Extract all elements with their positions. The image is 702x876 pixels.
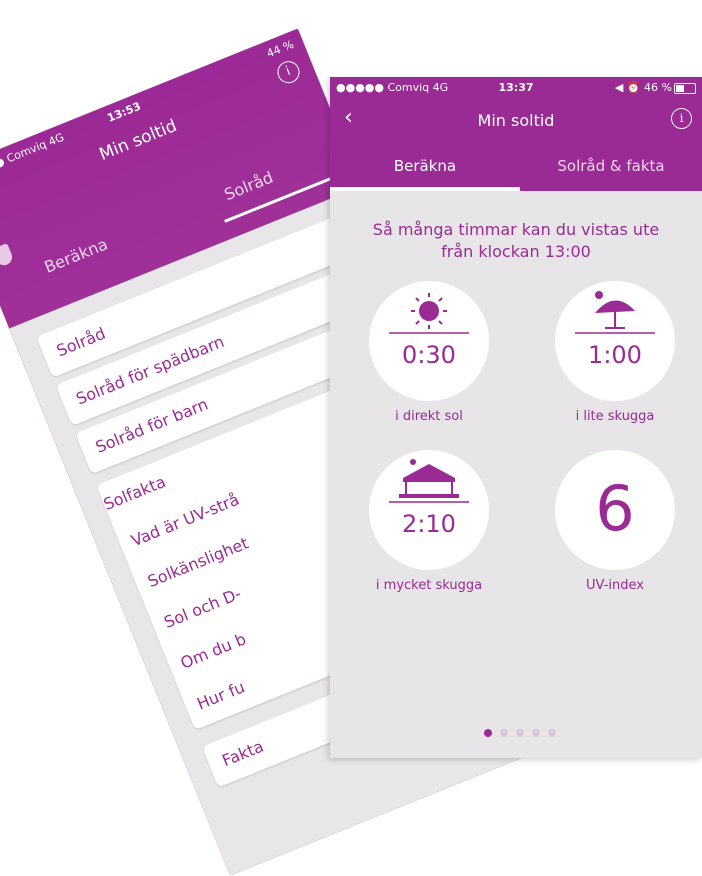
page-title: Min soltid <box>477 111 555 130</box>
shield-logo-icon <box>0 243 15 268</box>
tab-advice-facts[interactable]: Solråd & fakta <box>520 157 702 175</box>
page-dot[interactable] <box>484 729 492 737</box>
heading-line-2: från klockan 13:00 <box>441 242 591 261</box>
back-tab-advice[interactable]: Solråd <box>221 168 275 205</box>
light-shade-value: 1:00 <box>588 341 642 369</box>
status-right: ◀ ⏰ 46 % <box>614 81 672 94</box>
direct-sun-value: 0:30 <box>402 341 456 369</box>
active-tab-indicator <box>330 187 520 191</box>
heavy-shade-value: 2:10 <box>402 510 456 538</box>
heavy-shade-tile[interactable]: 2:10 i mycket skugga <box>369 450 489 593</box>
page-indicator[interactable] <box>484 729 564 739</box>
app-header: ●●●●● Comviq 4G 13:37 ◀ ⏰ 46 % ‹ Min sol… <box>330 77 702 191</box>
heavy-shade-label: i mycket skugga <box>375 578 483 593</box>
page-dot[interactable] <box>500 729 508 737</box>
back-battery: 44 % <box>264 37 296 61</box>
battery-icon <box>674 83 696 94</box>
light-shade-tile[interactable]: 1:00 i lite skugga <box>555 281 675 424</box>
status-bar: ●●●●● Comviq 4G 13:37 ◀ ⏰ 46 % <box>330 81 702 97</box>
heading-line-1: Så många timmar kan du vistas ute <box>372 220 660 239</box>
uv-index-label: UV-index <box>586 578 644 593</box>
info-icon[interactable]: i <box>671 108 692 129</box>
uv-index-tile[interactable]: 6 UV-index <box>555 450 675 593</box>
back-tab-calculate[interactable]: Beräkna <box>42 234 111 276</box>
direct-sun-label: i direkt sol <box>395 409 463 424</box>
uv-index-value: 6 <box>595 472 635 545</box>
result-heading: Så många timmar kan du vistas ute från k… <box>330 219 702 263</box>
page-dot[interactable] <box>548 729 556 737</box>
direct-sun-tile[interactable]: 0:30 i direkt sol <box>369 281 489 424</box>
tab-calculate[interactable]: Beräkna <box>330 157 520 175</box>
page-dot[interactable] <box>516 729 524 737</box>
page-dot[interactable] <box>532 729 540 737</box>
back-time: 13:53 <box>105 99 143 125</box>
phone-screen: ●●●●● Comviq 4G 13:37 ◀ ⏰ 46 % ‹ Min sol… <box>330 77 702 758</box>
light-shade-label: i lite skugga <box>575 409 655 424</box>
